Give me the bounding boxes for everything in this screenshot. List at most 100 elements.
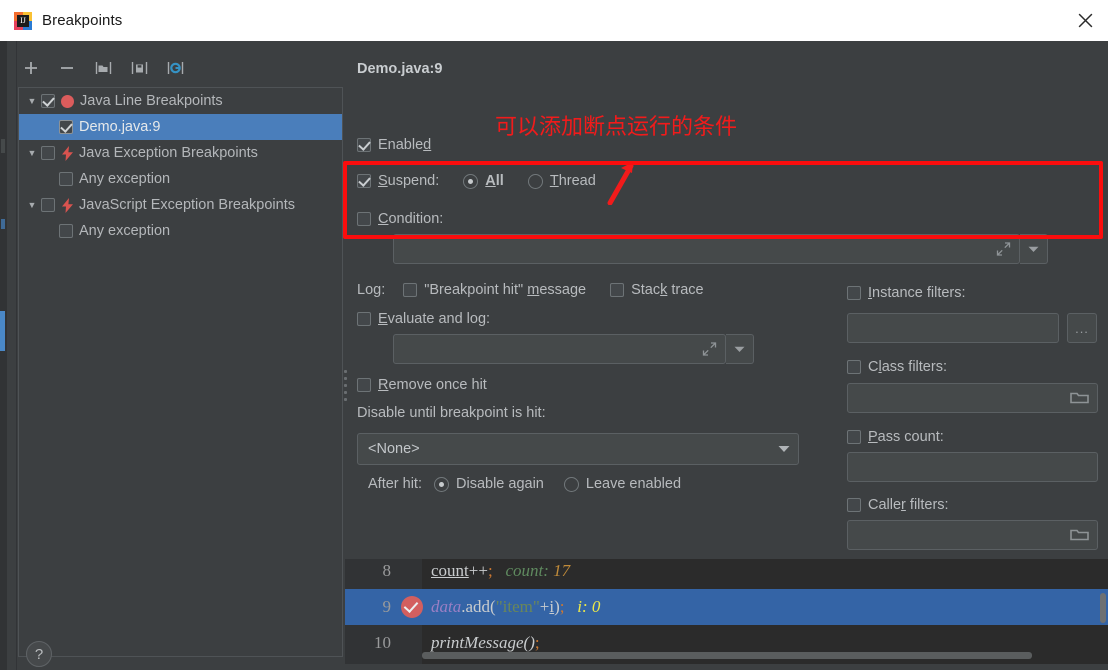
breakpoints-toolbar	[18, 53, 188, 83]
question-mark-icon: ?	[34, 645, 44, 663]
editor-vertical-scrollbar[interactable]	[1100, 593, 1106, 623]
code-text: count++; count: 17	[431, 561, 571, 580]
code-line[interactable]: 9 data.add("item"+i); i: 0	[345, 589, 1108, 625]
tree-item[interactable]: ▼ Java Exception Breakpoints	[19, 140, 342, 166]
tree-item-checkbox[interactable]	[41, 198, 55, 212]
suspend-row[interactable]: Suspend: All Thread	[357, 173, 596, 189]
remove-once-hit-row[interactable]: Remove once hit	[357, 377, 487, 393]
editor-horizontal-scrollbar[interactable]	[422, 652, 1032, 659]
code-editor-preview: 8 count++; count: 17 9 data.add("item"+i)…	[345, 559, 1108, 664]
ide-left-strip-2	[7, 41, 17, 670]
panel-splitter-handle[interactable]	[342, 366, 349, 402]
line-number: 8	[382, 561, 392, 580]
tree-item-checkbox[interactable]	[41, 94, 55, 108]
folder-icon[interactable]	[1070, 528, 1089, 543]
save-to-group-icon[interactable]	[126, 55, 152, 81]
tree-item-label: Java Line Breakpoints	[80, 93, 223, 109]
evaluate-and-log-dropdown-button[interactable]	[726, 334, 754, 364]
pass-count-checkbox[interactable]	[847, 430, 861, 444]
tree-item-label: JavaScript Exception Breakpoints	[79, 197, 295, 213]
suspend-checkbox[interactable]	[357, 174, 371, 188]
breakpoints-dialog: IJ Breakpoints ▼ Java Line Breakpoints D…	[0, 0, 1108, 670]
tree-item-checkbox[interactable]	[41, 146, 55, 160]
condition-dropdown-button[interactable]	[1020, 234, 1048, 264]
disable-until-row: Disable until breakpoint is hit:	[357, 405, 546, 421]
tree-item[interactable]: ▼ Java Line Breakpoints	[19, 88, 342, 114]
class-filters-input[interactable]	[847, 383, 1098, 413]
tree-item-label: Demo.java:9	[79, 119, 161, 135]
disable-again-label: Disable again	[456, 476, 544, 492]
condition-label: Condition:	[378, 211, 444, 227]
caller-filters-checkbox[interactable]	[847, 498, 861, 512]
disable-until-value: <None>	[368, 441, 420, 457]
help-button[interactable]: ?	[26, 641, 52, 667]
lightning-icon	[61, 145, 74, 161]
enabled-checkbox-row[interactable]: Enabled	[357, 137, 431, 153]
chevron-down-icon[interactable]: ▼	[23, 200, 41, 210]
add-breakpoint-button[interactable]	[18, 55, 44, 81]
class-filters-checkbox[interactable]	[847, 360, 861, 374]
stack-trace-checkbox[interactable]	[610, 283, 625, 297]
evaluate-and-log-input[interactable]	[393, 334, 726, 364]
chevron-down-icon[interactable]: ▼	[23, 148, 41, 158]
instance-filters-checkbox[interactable]	[847, 286, 861, 300]
tree-item-label: Any exception	[79, 223, 171, 239]
instance-filters-input[interactable]	[847, 313, 1059, 343]
tree-item-checkbox[interactable]	[59, 224, 73, 238]
caller-filters-row[interactable]: Caller filters:	[847, 497, 949, 513]
breakpoints-tree[interactable]: ▼Java Line Breakpoints▼Demo.java:9▼Java …	[18, 87, 343, 657]
tree-item-label: Any exception	[79, 171, 171, 187]
condition-checkbox-row[interactable]: Condition:	[357, 211, 443, 227]
pass-count-row[interactable]: Pass count:	[847, 429, 944, 445]
code-text: printMessage();	[431, 633, 540, 652]
tree-item[interactable]: ▼Any exception	[19, 166, 342, 192]
breakpoint-hit-message-checkbox[interactable]	[403, 283, 418, 297]
mute-breakpoints-icon[interactable]	[162, 55, 188, 81]
ide-left-strip	[0, 41, 7, 670]
tree-item[interactable]: ▼Demo.java:9	[19, 114, 342, 140]
condition-input[interactable]	[393, 234, 1020, 264]
page-title: Demo.java:9	[357, 61, 443, 77]
remove-once-hit-label: Remove once hit	[378, 377, 487, 393]
folder-icon[interactable]	[1070, 391, 1089, 406]
tree-item-checkbox[interactable]	[59, 172, 73, 186]
chevron-down-icon[interactable]: ▼	[23, 96, 41, 106]
expand-diagonal-icon[interactable]	[702, 342, 717, 357]
window-title-bar: IJ Breakpoints	[0, 0, 1108, 41]
disable-until-select[interactable]: <None>	[357, 433, 799, 465]
after-hit-row[interactable]: After hit: Disable again Leave enabled	[368, 476, 681, 492]
class-filters-row[interactable]: Class filters:	[847, 359, 947, 375]
tree-item-checkbox[interactable]	[59, 120, 73, 134]
tree-item-label: Java Exception Breakpoints	[79, 145, 258, 161]
tree-item[interactable]: ▼Any exception	[19, 218, 342, 244]
enabled-checkbox[interactable]	[357, 138, 371, 152]
caller-filters-label: Caller filters:	[868, 497, 949, 513]
condition-checkbox[interactable]	[357, 212, 371, 226]
pass-count-input[interactable]	[847, 452, 1098, 482]
instance-filters-row[interactable]: Instance filters:	[847, 285, 966, 301]
disable-again-radio[interactable]	[434, 476, 449, 492]
evaluate-and-log-checkbox[interactable]	[357, 312, 371, 326]
suspend-all-radio[interactable]	[463, 173, 479, 189]
log-row: Log: "Breakpoint hit" message Stack trac…	[357, 282, 704, 298]
evaluate-and-log-label: Evaluate and log:	[378, 311, 491, 327]
breakpoint-dot-icon	[61, 94, 74, 108]
expand-diagonal-icon[interactable]	[996, 242, 1011, 257]
line-number: 9	[382, 597, 392, 616]
disable-until-label: Disable until breakpoint is hit:	[357, 405, 546, 421]
instance-filters-browse-button[interactable]: ...	[1067, 313, 1097, 343]
remove-once-hit-checkbox[interactable]	[357, 378, 371, 392]
group-by-file-icon[interactable]	[90, 55, 116, 81]
suspend-thread-label: Thread	[549, 173, 596, 189]
breakpoint-marker-icon[interactable]	[401, 596, 423, 618]
suspend-thread-radio[interactable]	[527, 173, 543, 189]
caller-filters-input[interactable]	[847, 520, 1098, 550]
chevron-down-icon	[778, 441, 790, 457]
leave-enabled-radio[interactable]	[563, 476, 579, 492]
remove-breakpoint-button[interactable]	[54, 55, 80, 81]
instance-filters-label: Instance filters:	[868, 285, 966, 301]
code-line[interactable]: 8 count++; count: 17	[345, 559, 1108, 589]
evaluate-and-log-row[interactable]: Evaluate and log:	[357, 311, 490, 327]
close-icon[interactable]	[1062, 0, 1108, 41]
tree-item[interactable]: ▼ JavaScript Exception Breakpoints	[19, 192, 342, 218]
